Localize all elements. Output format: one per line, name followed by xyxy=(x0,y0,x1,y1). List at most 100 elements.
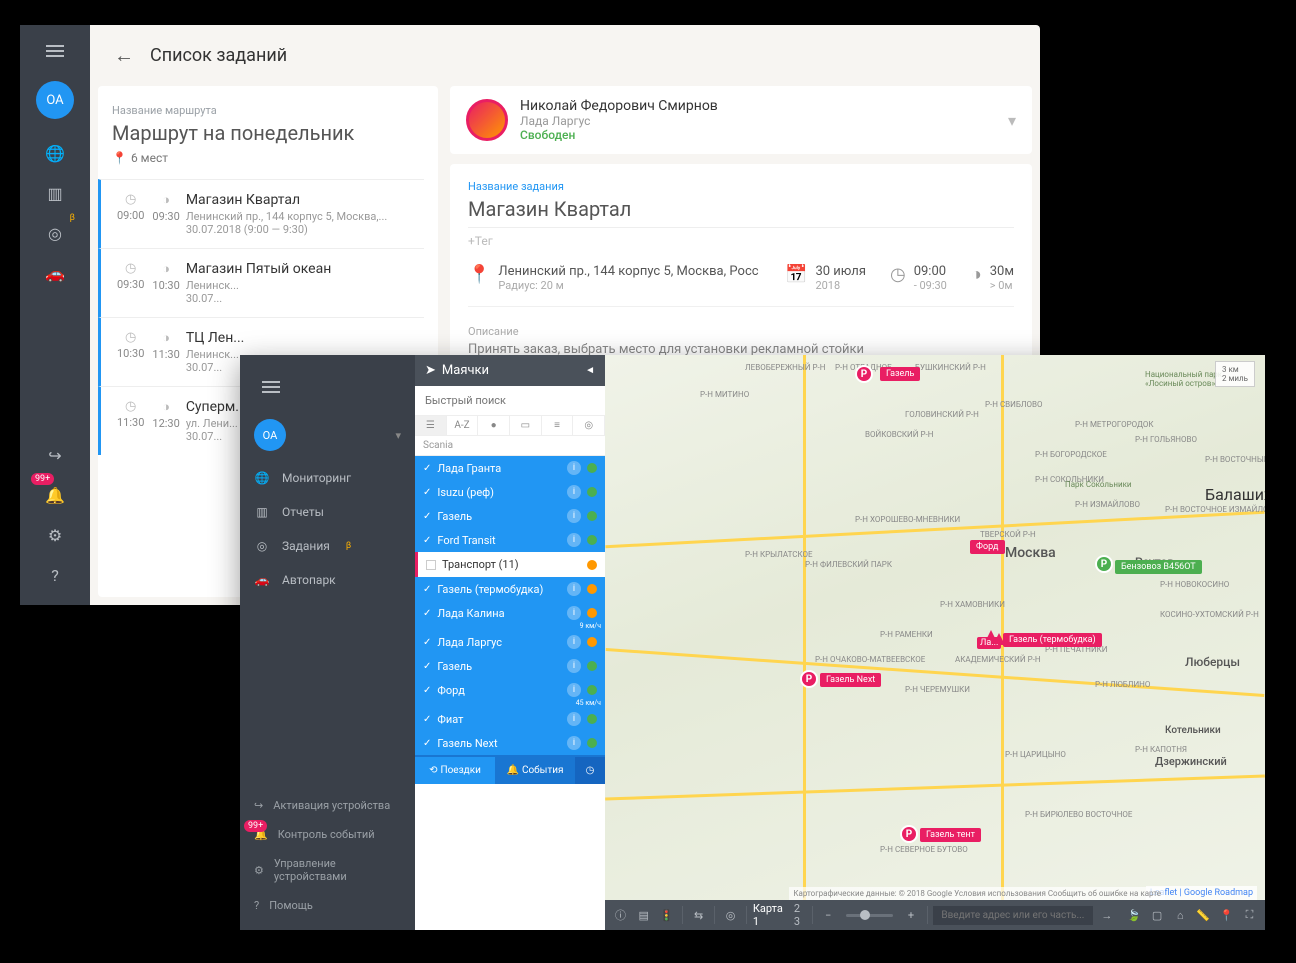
district-label: Р-Н ИЗМАЙЛОВО xyxy=(1075,500,1140,509)
parking-pin[interactable]: P xyxy=(900,825,918,843)
help-icon[interactable]: ? xyxy=(37,557,73,593)
map-attribution: Картографические данные: © 2018 Google У… xyxy=(789,887,1165,900)
nav-fleet[interactable]: 🚗Автопарк xyxy=(240,563,415,597)
vehicle-badge-gazel[interactable]: Газель xyxy=(880,367,920,381)
info-icon[interactable]: i xyxy=(567,606,581,620)
assignee-card[interactable]: Николай Федорович Смирнов Лада Ларгус Св… xyxy=(450,86,1032,154)
settings-icon[interactable]: ⚙ xyxy=(37,517,73,553)
nav-reports[interactable]: ▥Отчеты xyxy=(240,495,415,529)
go-icon[interactable]: → xyxy=(1097,903,1116,927)
filter-sort[interactable]: A-Z xyxy=(447,416,479,435)
globe-icon[interactable]: 🌐 xyxy=(37,135,73,171)
beacon-row[interactable]: ✓ Газель Next i xyxy=(415,731,605,755)
collapse-icon[interactable]: ◄ xyxy=(585,365,595,376)
info-icon[interactable]: i xyxy=(567,635,581,649)
leaf-icon[interactable]: 🍃 xyxy=(1124,903,1143,927)
beacon-row[interactable]: ✓ Газель (термобудка) i xyxy=(415,577,605,601)
nav-monitoring[interactable]: 🌐Мониторинг xyxy=(240,461,415,495)
notifications-icon[interactable]: 🔔99+ xyxy=(37,477,73,513)
sub-row[interactable]: Scania xyxy=(415,436,605,456)
beacon-row[interactable]: ✓ Газель i xyxy=(415,654,605,678)
vehicle-badge-ford[interactable]: Форд xyxy=(970,540,1005,554)
menu-icon[interactable] xyxy=(38,37,72,65)
map-tab-label[interactable]: Карта 1 xyxy=(753,902,784,928)
task-detail-name[interactable]: Магазин Квартал xyxy=(468,197,1014,228)
filter-sliders-icon[interactable]: ≡ xyxy=(542,416,574,435)
fullscreen-icon[interactable]: ⛶ xyxy=(1240,903,1259,927)
pin-tool-icon[interactable]: 📍 xyxy=(1217,903,1236,927)
tab-trips[interactable]: ⟲Поездки xyxy=(415,757,495,784)
beacon-row[interactable]: ✓ Лада Ларгус i xyxy=(415,630,605,654)
locate-icon[interactable]: ◎ xyxy=(721,903,740,927)
tab-events[interactable]: 🔔События xyxy=(495,757,575,784)
beacon-row[interactable]: ✓ Isuzu (реф) i xyxy=(415,480,605,504)
filter-dot-icon[interactable]: ● xyxy=(478,416,510,435)
parking-pin[interactable]: P xyxy=(855,365,873,383)
info-icon[interactable]: i xyxy=(567,736,581,750)
nav-tasks[interactable]: ◎Заданияβ xyxy=(240,529,415,563)
district-label: Р-Н ОЧАКОВО-МАТВЕЕВСКОЕ xyxy=(815,655,925,664)
tasks-icon[interactable]: ◎β xyxy=(37,215,73,251)
vehicle-badge-benzo[interactable]: Бензовоз В456ОТ xyxy=(1115,560,1202,574)
info-icon[interactable]: i xyxy=(567,533,581,547)
map-area[interactable]: Р-Н ОТРАДНОЕБУШКИНСКИЙ Р-НР-Н СВИБЛОВОР-… xyxy=(605,355,1265,930)
ruler-icon[interactable]: 📏 xyxy=(1194,903,1213,927)
vehicle-badge-next[interactable]: Газель Next xyxy=(820,673,881,687)
info-icon[interactable]: i xyxy=(567,683,581,697)
address-input[interactable] xyxy=(933,906,1093,925)
zoom-in-icon[interactable]: + xyxy=(901,903,920,927)
footer-events[interactable]: 🔔99+Контроль событий xyxy=(240,820,415,849)
footer-activate[interactable]: ↪Активация устройства xyxy=(240,791,415,820)
route-places: 📍6 мест xyxy=(112,151,424,165)
add-tag[interactable]: +Тег xyxy=(468,234,1014,248)
calendar-icon: 📅 xyxy=(785,264,807,285)
traffic-icon[interactable]: 🚦 xyxy=(657,903,676,927)
tab-history[interactable]: ◷ xyxy=(575,757,605,784)
user-avatar[interactable]: ОА xyxy=(36,81,74,119)
group-title: Транспорт (11) xyxy=(442,558,519,571)
chevron-down-icon[interactable]: ▾ xyxy=(1008,111,1016,130)
vehicle-badge-la[interactable]: Ла... xyxy=(977,637,1001,649)
user-menu[interactable]: ОА ▾ xyxy=(240,409,415,461)
task-item[interactable]: ◷09:00 ◑09:30 Магазин Квартал Ленинский … xyxy=(98,179,424,248)
footer-devices[interactable]: ⚙Управление устройствами xyxy=(240,849,415,891)
home-icon[interactable]: ⌂ xyxy=(1171,903,1190,927)
info-icon[interactable]: i xyxy=(567,659,581,673)
zoom-slider[interactable] xyxy=(846,914,894,917)
info-icon[interactable]: ⓘ xyxy=(611,903,630,927)
filter-group-icon[interactable]: ▭ xyxy=(510,416,542,435)
group-header[interactable]: Транспорт (11) xyxy=(415,552,605,577)
info-icon[interactable]: i xyxy=(567,582,581,596)
route-name[interactable]: Маршрут на понедельник xyxy=(112,121,424,145)
info-icon[interactable]: i xyxy=(567,509,581,523)
user-avatar: ОА xyxy=(254,419,286,451)
beacon-row[interactable]: ✓ Фиат i xyxy=(415,707,605,731)
fleet-icon[interactable]: 🚗 xyxy=(37,255,73,291)
login-icon[interactable]: ↪ xyxy=(37,437,73,473)
vehicle-badge-tent[interactable]: Газель тент xyxy=(920,828,981,842)
info-icon[interactable]: i xyxy=(567,712,581,726)
filter-list-icon[interactable]: ☰ xyxy=(415,416,447,435)
beacon-row[interactable]: ✓ Газель i xyxy=(415,504,605,528)
layers-icon[interactable]: ▤ xyxy=(634,903,653,927)
map-tab-nums[interactable]: 2 3 xyxy=(794,902,806,928)
task-item[interactable]: ◷09:30 ◑10:30 Магазин Пятый океан Ленинс… xyxy=(98,248,424,317)
zoom-out-icon[interactable]: − xyxy=(819,903,838,927)
parking-pin[interactable]: P xyxy=(800,670,818,688)
beacon-row[interactable]: ✓ Лада Гранта i xyxy=(415,456,605,480)
box-icon[interactable]: ▢ xyxy=(1148,903,1167,927)
reports-icon[interactable]: ▥ xyxy=(37,175,73,211)
map-toolbar: ⓘ ▤ 🚦 ⇆ ◎ Карта 1 2 3 − + → 🍃 ▢ ⌂ 📏 📍 ⛶ xyxy=(605,900,1265,930)
share-icon[interactable]: ⇆ xyxy=(689,903,708,927)
search-input[interactable] xyxy=(419,390,601,411)
parking-pin[interactable]: P xyxy=(1095,555,1113,573)
info-icon[interactable]: i xyxy=(567,461,581,475)
checkbox-icon[interactable] xyxy=(426,560,436,570)
filter-target-icon[interactable]: ◎ xyxy=(573,416,605,435)
info-icon[interactable]: i xyxy=(567,485,581,499)
vehicle-badge-thermo[interactable]: Газель (термобудка) xyxy=(1003,633,1102,647)
beacon-row[interactable]: ✓ Ford Transit i xyxy=(415,528,605,552)
back-arrow-icon[interactable]: ← xyxy=(114,43,134,68)
menu-icon[interactable] xyxy=(240,365,415,409)
footer-help[interactable]: ?Помощь xyxy=(240,891,415,920)
